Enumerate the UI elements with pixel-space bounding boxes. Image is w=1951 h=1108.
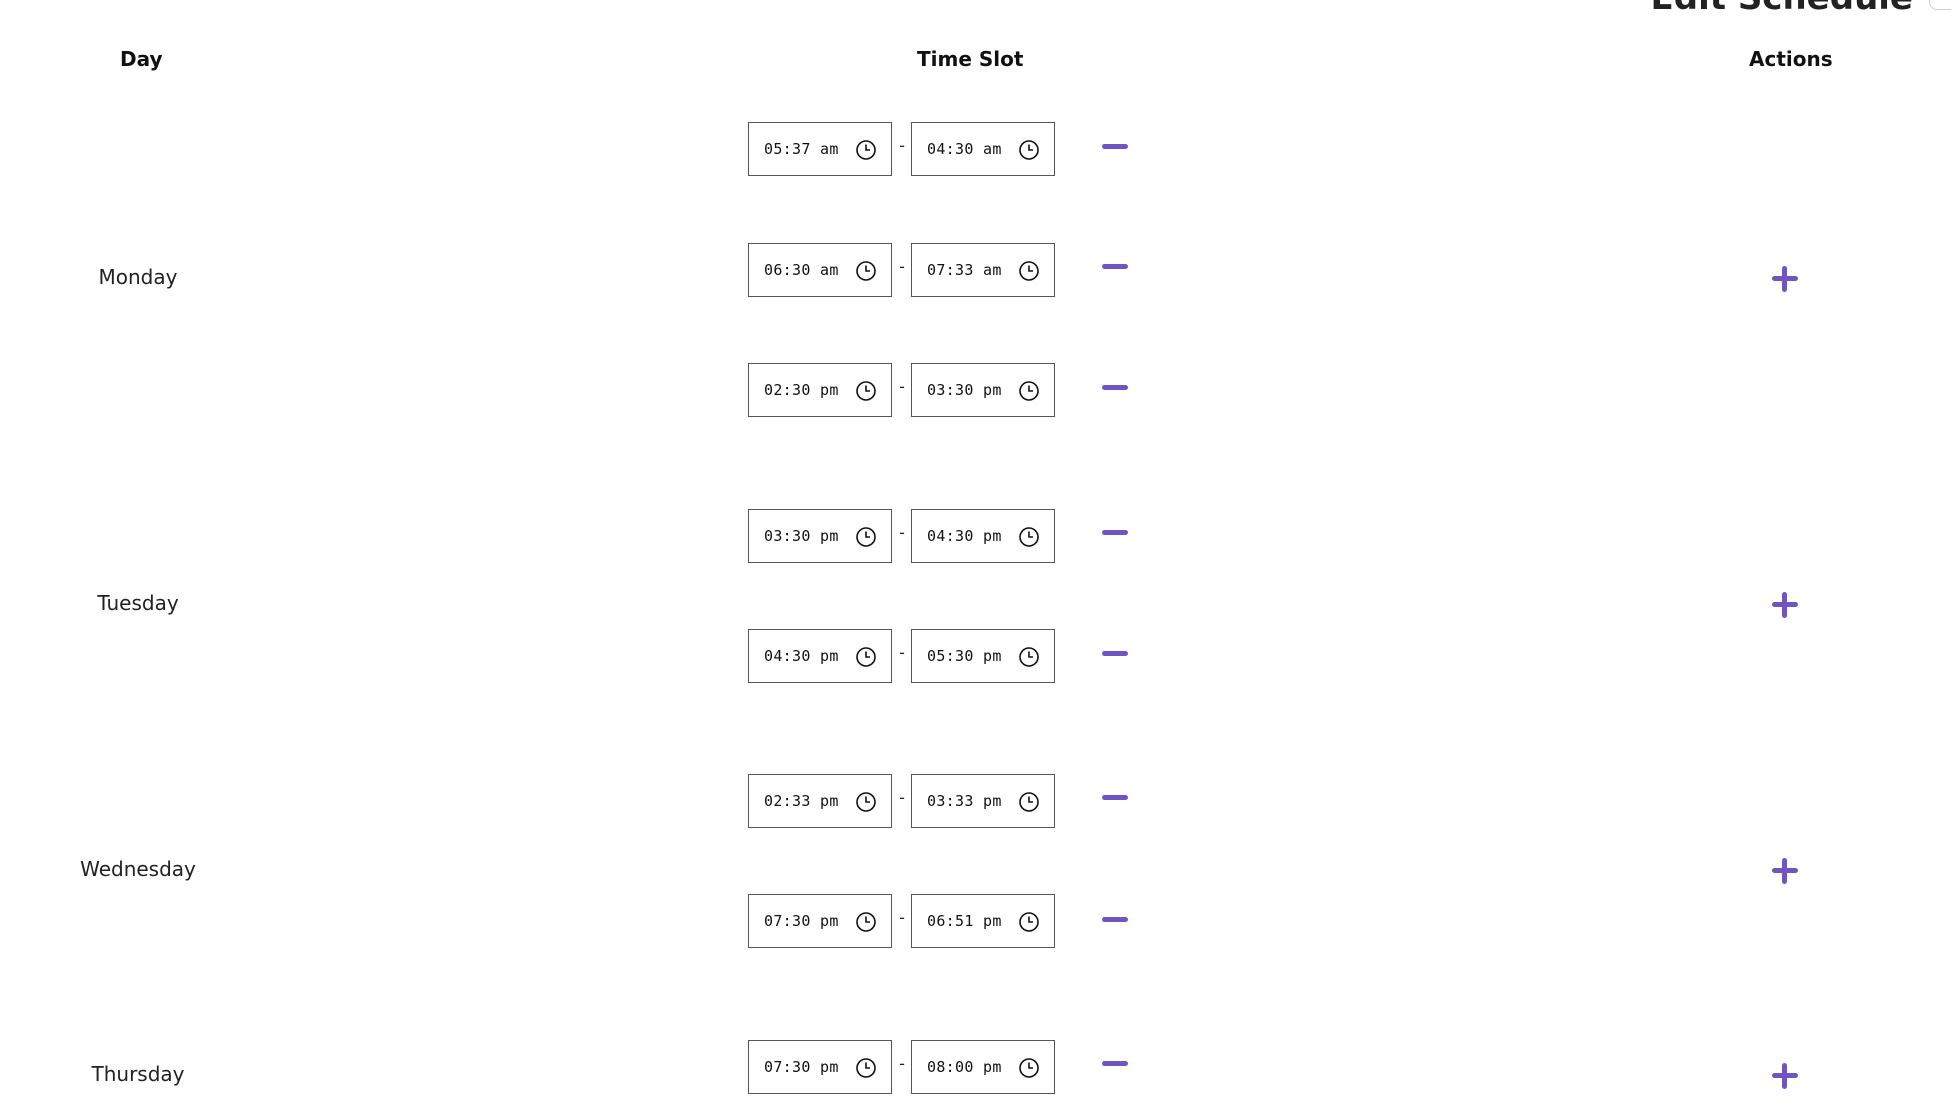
start-time-input[interactable]: 04:30 pm bbox=[748, 629, 892, 683]
end-time-input[interactable]: 07:33 am bbox=[911, 243, 1055, 297]
day-label-thursday: Thursday bbox=[91, 1062, 185, 1086]
time-separator: - bbox=[899, 788, 905, 807]
start-time-input[interactable]: 07:30 pm bbox=[748, 1040, 892, 1094]
clock-icon[interactable] bbox=[1018, 380, 1040, 402]
start-time-input[interactable]: 05:37 am bbox=[748, 122, 892, 176]
clock-icon[interactable] bbox=[855, 380, 877, 402]
clock-icon[interactable] bbox=[1018, 1057, 1040, 1079]
start-time-input[interactable]: 07:30 pm bbox=[748, 894, 892, 948]
time-separator: - bbox=[899, 643, 905, 662]
clock-icon[interactable] bbox=[855, 260, 877, 282]
clock-icon[interactable] bbox=[1018, 526, 1040, 548]
time-separator: - bbox=[899, 257, 905, 276]
end-time-input[interactable]: 03:33 pm bbox=[911, 774, 1055, 828]
remove-slot-button[interactable] bbox=[1102, 790, 1128, 804]
end-time-input[interactable]: 06:51 pm bbox=[911, 894, 1055, 948]
schedule-page: Edit Schedule Day Time Slot Actions Mond… bbox=[0, 0, 1951, 1108]
clock-icon[interactable] bbox=[1018, 646, 1040, 668]
column-header-day: Day bbox=[120, 47, 163, 71]
add-slot-button-thursday[interactable] bbox=[1772, 1063, 1798, 1089]
clock-icon[interactable] bbox=[855, 526, 877, 548]
remove-slot-button[interactable] bbox=[1102, 912, 1128, 926]
day-label-wednesday: Wednesday bbox=[80, 857, 196, 881]
clock-icon[interactable] bbox=[855, 646, 877, 668]
add-slot-button-tuesday[interactable] bbox=[1772, 592, 1798, 618]
remove-slot-button[interactable] bbox=[1102, 259, 1128, 273]
clock-icon[interactable] bbox=[855, 791, 877, 813]
clock-icon[interactable] bbox=[855, 911, 877, 933]
day-label-tuesday: Tuesday bbox=[97, 591, 179, 615]
clock-icon[interactable] bbox=[1018, 911, 1040, 933]
remove-slot-button[interactable] bbox=[1102, 1056, 1128, 1070]
remove-slot-button[interactable] bbox=[1102, 139, 1128, 153]
remove-slot-button[interactable] bbox=[1102, 646, 1128, 660]
clock-icon[interactable] bbox=[1018, 260, 1040, 282]
end-time-input[interactable]: 03:30 pm bbox=[911, 363, 1055, 417]
clock-icon[interactable] bbox=[1018, 791, 1040, 813]
window-corner bbox=[1929, 0, 1951, 10]
end-time-input[interactable]: 08:00 pm bbox=[911, 1040, 1055, 1094]
start-time-input[interactable]: 02:30 pm bbox=[748, 363, 892, 417]
end-time-input[interactable]: 05:30 pm bbox=[911, 629, 1055, 683]
start-time-input[interactable]: 02:33 pm bbox=[748, 774, 892, 828]
remove-slot-button[interactable] bbox=[1102, 525, 1128, 539]
start-time-input[interactable]: 06:30 am bbox=[748, 243, 892, 297]
start-time-input[interactable]: 03:30 pm bbox=[748, 509, 892, 563]
clock-icon[interactable] bbox=[855, 1057, 877, 1079]
end-time-input[interactable]: 04:30 pm bbox=[911, 509, 1055, 563]
time-separator: - bbox=[899, 908, 905, 927]
time-separator: - bbox=[899, 136, 905, 155]
time-separator: - bbox=[899, 377, 905, 396]
column-header-actions: Actions bbox=[1749, 47, 1833, 71]
clock-icon[interactable] bbox=[855, 139, 877, 161]
add-slot-button-monday[interactable] bbox=[1772, 266, 1798, 292]
remove-slot-button[interactable] bbox=[1102, 380, 1128, 394]
column-header-time-slot: Time Slot bbox=[917, 47, 1024, 71]
page-title: Edit Schedule bbox=[1651, 0, 1913, 18]
end-time-input[interactable]: 04:30 am bbox=[911, 122, 1055, 176]
add-slot-button-wednesday[interactable] bbox=[1772, 858, 1798, 884]
time-separator: - bbox=[899, 1054, 905, 1073]
day-label-monday: Monday bbox=[98, 265, 178, 289]
clock-icon[interactable] bbox=[1018, 139, 1040, 161]
time-separator: - bbox=[899, 523, 905, 542]
